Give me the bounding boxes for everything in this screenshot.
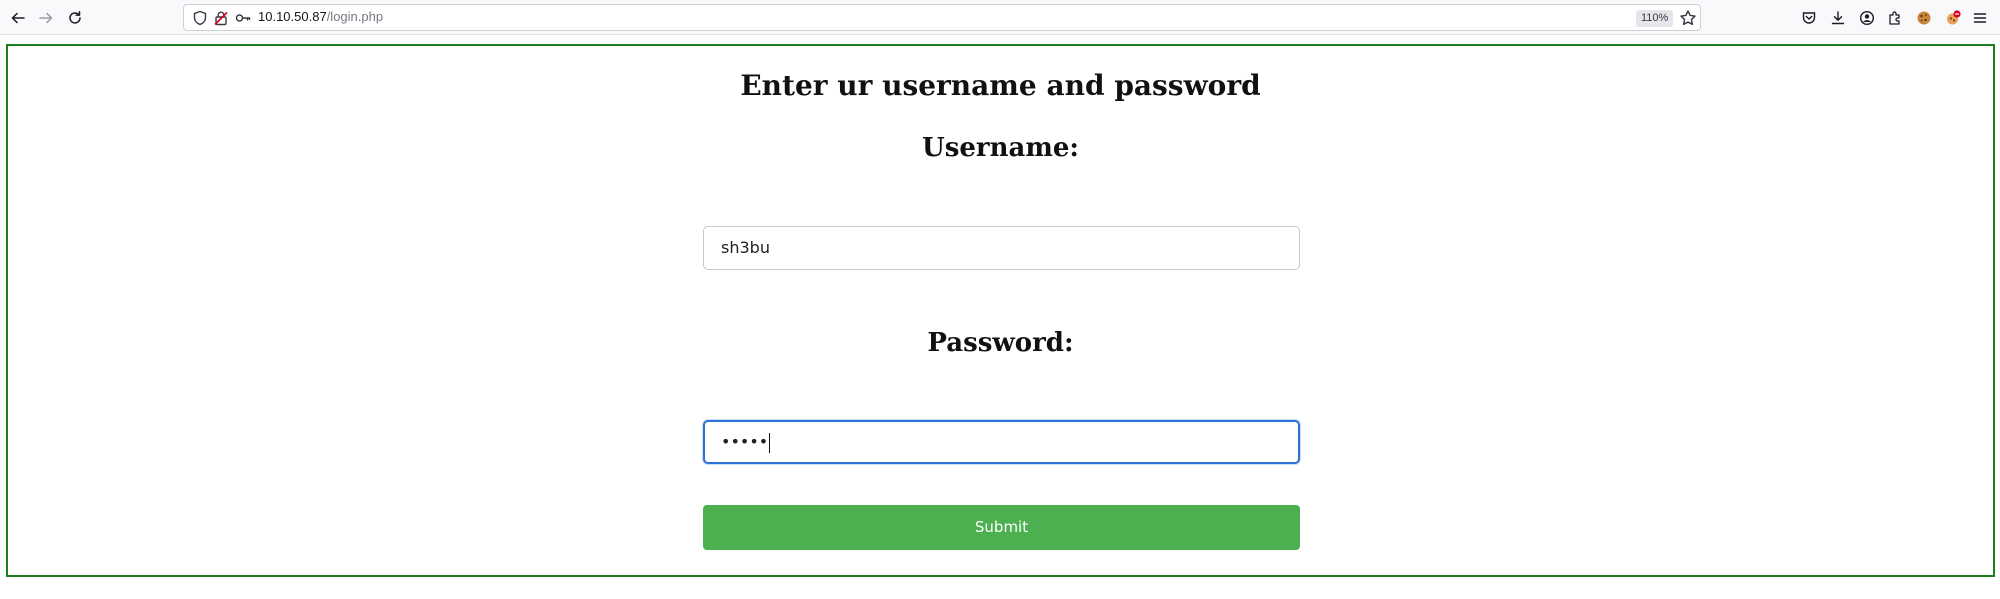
download-icon[interactable] — [1825, 5, 1851, 31]
reload-icon[interactable] — [62, 5, 88, 31]
forward-arrow-icon[interactable] — [33, 5, 59, 31]
cookie-icon[interactable] — [1911, 5, 1937, 31]
submit-button[interactable]: Submit — [703, 505, 1300, 550]
pocket-icon[interactable] — [1796, 5, 1822, 31]
username-input[interactable]: sh3bu — [703, 226, 1300, 270]
extensions-icon[interactable] — [1882, 5, 1908, 31]
login-form-container: Enter ur username and password Username:… — [6, 44, 1995, 577]
password-label: Password: — [927, 328, 1074, 358]
password-value: ••••• — [721, 432, 769, 451]
url-text[interactable]: 10.10.50.87/login.php — [258, 9, 383, 24]
url-path: /login.php — [326, 9, 384, 24]
zoom-level-button[interactable]: 110% — [1636, 10, 1674, 27]
account-icon[interactable] — [1854, 5, 1880, 31]
back-arrow-icon[interactable] — [5, 5, 31, 31]
url-host: 10.10.50.87 — [258, 9, 327, 24]
bookmark-star-icon[interactable] — [1679, 9, 1697, 27]
username-value: sh3bu — [721, 238, 770, 257]
page-title: Enter ur username and password — [740, 69, 1261, 102]
shield-icon[interactable] — [192, 10, 208, 26]
username-label: Username: — [922, 133, 1079, 163]
browser-toolbar: 10.10.50.87/login.php 110% — [0, 0, 2000, 35]
extension-badge-icon[interactable] — [1940, 5, 1966, 31]
insecure-lock-icon[interactable] — [213, 10, 229, 26]
text-caret — [769, 432, 771, 453]
key-icon[interactable] — [235, 10, 251, 26]
url-bar[interactable]: 10.10.50.87/login.php 110% — [183, 4, 1701, 31]
menu-icon[interactable] — [1967, 5, 1993, 31]
password-input[interactable]: ••••• — [703, 420, 1300, 464]
